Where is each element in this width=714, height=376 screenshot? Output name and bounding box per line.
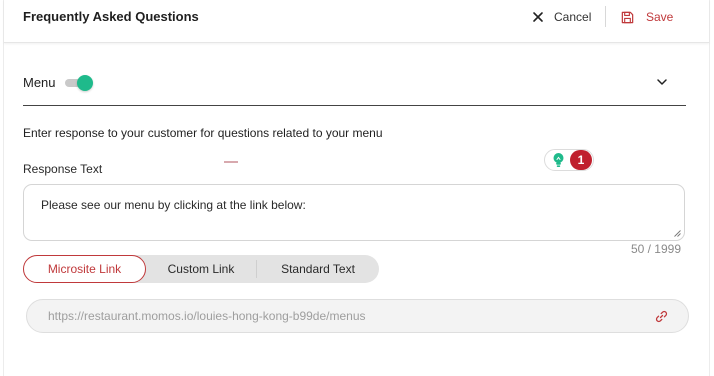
lightbulb-icon (553, 153, 564, 167)
section-description: Enter response to your customer for ques… (23, 126, 383, 140)
link-chain-icon[interactable] (655, 310, 668, 323)
tab-custom-link[interactable]: Custom Link (146, 255, 256, 283)
response-text-value: Please see our menu by clicking at the l… (41, 198, 306, 212)
tab-standard-text[interactable]: Standard Text (257, 255, 379, 283)
menu-toggle[interactable] (65, 75, 93, 91)
resize-handle-icon[interactable] (674, 230, 681, 237)
save-label: Save (646, 10, 674, 24)
close-icon (533, 12, 543, 22)
header-divider (605, 6, 606, 27)
save-button[interactable]: Save (620, 8, 673, 26)
response-textarea[interactable]: Please see our menu by clicking at the l… (23, 184, 685, 241)
toggle-knob (77, 75, 93, 91)
chevron-down-icon[interactable] (656, 76, 668, 88)
character-counter: 50 / 1999 (630, 242, 681, 256)
link-url-field[interactable]: https://restaurant.momos.io/louies-hong-… (26, 299, 689, 333)
link-type-selector: Microsite Link Custom Link Standard Text (23, 255, 379, 283)
link-url-value: https://restaurant.momos.io/louies-hong-… (48, 309, 366, 323)
save-disk-icon (621, 11, 634, 23)
menu-label: Menu (23, 75, 56, 90)
menu-section-header[interactable]: Menu (23, 72, 686, 96)
loading-dash (224, 161, 238, 163)
cancel-button[interactable]: Cancel (532, 9, 591, 25)
panel-header: Frequently Asked Questions Cancel Save (4, 0, 709, 43)
notification-badge: 1 (570, 150, 592, 170)
faq-panel: Frequently Asked Questions Cancel Save M… (3, 0, 710, 376)
response-text-label: Response Text (23, 162, 103, 176)
page-title: Frequently Asked Questions (23, 9, 199, 24)
ai-assist-button[interactable]: 1 (544, 149, 594, 171)
section-divider (23, 105, 686, 106)
cancel-label: Cancel (554, 10, 592, 24)
tab-microsite-link[interactable]: Microsite Link (23, 255, 146, 283)
